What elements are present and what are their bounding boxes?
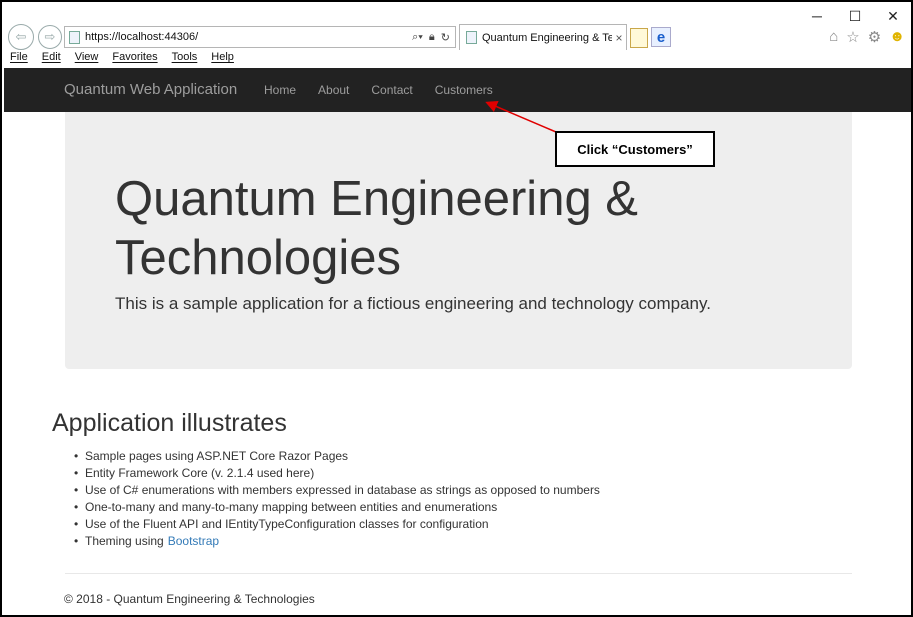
browser-window: ─ ☐ ✕ ⇦ ⇨ https://localhost:44306/ ⌕▾ 🔒︎… [0,0,913,617]
maximize-button[interactable]: ☐ [847,8,863,24]
tab-title[interactable]: Quantum Engineering & Te... [482,32,612,44]
menu-bar: File Edit View Favorites Tools Help [10,51,234,63]
minimize-button[interactable]: ─ [809,8,825,24]
search-icon[interactable]: ⌕▾ [412,31,423,44]
new-tab-button[interactable] [630,28,648,48]
smiley-icon[interactable]: ☻ [889,28,905,46]
menu-view[interactable]: View [75,51,99,63]
site-navbar: Quantum Web Application Home About Conta… [4,68,911,112]
jumbotron: Quantum Engineering & Technologies This … [65,112,852,369]
list-item-text: Theming using [85,534,164,548]
address-bar[interactable]: https://localhost:44306/ ⌕▾ 🔒︎ ↻ [64,26,456,48]
address-url[interactable]: https://localhost:44306/ [85,31,412,43]
nav-contact[interactable]: Contact [371,83,412,97]
browser-tab[interactable]: Quantum Engineering & Te... × [459,24,627,50]
list-item-text: Sample pages using ASP.NET Core Razor Pa… [85,449,349,463]
nav-links: Home About Contact Customers [264,83,493,97]
star-icon[interactable]: ☆ [846,28,859,46]
bootstrap-link[interactable]: Bootstrap [168,533,219,550]
jumbotron-lead: This is a sample application for a ficti… [115,294,711,313]
lock-icon[interactable]: 🔒︎ [429,31,435,44]
list-item-text: One-to-many and many-to-many mapping bet… [85,500,498,514]
nav-home[interactable]: Home [264,83,296,97]
list-item-text: Use of the Fluent API and IEntityTypeCon… [85,517,489,531]
navbar-brand[interactable]: Quantum Web Application [64,81,237,98]
list-item: • One-to-many and many-to-many mapping be… [74,500,498,514]
menu-tools[interactable]: Tools [172,51,198,63]
list-item: • Sample pages using ASP.NET Core Razor P… [74,449,349,463]
page-title: Quantum Engineering & Technologies [115,172,638,285]
back-button[interactable]: ⇦ [8,24,34,50]
menu-edit[interactable]: Edit [42,51,61,63]
back-arrow-icon: ⇦ [15,29,27,44]
list-item: • Use of the Fluent API and IEntityTypeCo… [74,517,489,531]
instruction-callout: Click “Customers” [555,131,715,167]
menu-favorites[interactable]: Favorites [112,51,157,63]
window-controls: ─ ☐ ✕ [809,8,901,24]
list-item: • Entity Framework Core (v. 2.1.4 used he… [74,466,315,480]
nav-customers[interactable]: Customers [435,83,493,97]
list-item: • Use of C# enumerations with members exp… [74,483,600,497]
page-icon [69,30,80,44]
refresh-icon[interactable]: ↻ [441,31,450,44]
nav-about[interactable]: About [318,83,349,97]
menu-file[interactable]: File [10,51,28,63]
forward-arrow-icon: ⇨ [44,29,56,44]
gear-icon[interactable]: ⚙ [868,28,881,46]
footer-divider [65,573,852,574]
tab-close-icon[interactable]: × [612,31,626,45]
list-item-text: Use of C# enumerations with members expr… [85,483,600,497]
section-heading: Application illustrates [52,409,287,437]
browser-toolbar: ⇦ ⇨ https://localhost:44306/ ⌕▾ 🔒︎ ↻ Qua… [6,24,911,50]
callout-text: Click “Customers” [577,141,693,157]
menu-help[interactable]: Help [211,51,234,63]
forward-button[interactable]: ⇨ [38,25,62,49]
tab-page-icon [466,31,477,44]
ie-logo-icon[interactable]: e [651,27,671,47]
feature-list: • Sample pages using ASP.NET Core Razor P… [74,448,600,550]
list-item-text: Entity Framework Core (v. 2.1.4 used her… [85,466,315,480]
list-item: • Theming using Bootstrap [74,533,220,550]
home-icon[interactable]: ⌂ [829,28,838,46]
footer-text: © 2018 - Quantum Engineering & Technolog… [64,592,315,606]
close-window-button[interactable]: ✕ [885,8,901,24]
